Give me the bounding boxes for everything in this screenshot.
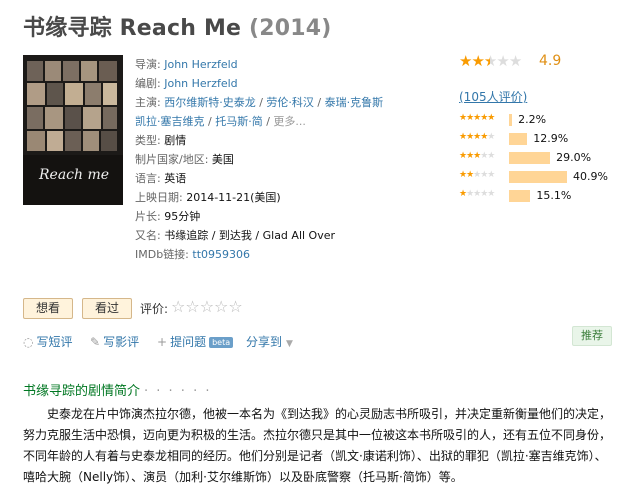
poster-caption: Reach me	[39, 167, 110, 183]
star-icon: ★	[459, 52, 472, 70]
rating-bar	[509, 114, 513, 126]
star-icon: ★	[496, 52, 509, 70]
director-row: 导演: John Herzfeld	[135, 55, 383, 74]
synopsis-text: 史泰龙在片中饰演杰拉尔德，他被一本名为《到达我》的心灵励志书所吸引，并决定重新衡…	[23, 407, 612, 484]
star-icon: ★★★★★	[459, 189, 495, 199]
rating-percent: 29.0%	[556, 151, 592, 164]
star-icon: ★	[471, 52, 484, 70]
rating-percent: 12.9%	[533, 132, 569, 145]
title-chinese: 书缘寻踪	[23, 16, 112, 41]
want-to-watch-button[interactable]: 想看	[23, 298, 73, 319]
cast-link[interactable]: 西尔维斯特·史泰龙	[164, 96, 256, 109]
rating-bar	[509, 171, 567, 183]
cast-row-2: 凯拉·塞吉维克 / 托马斯·简 / 更多...	[135, 115, 306, 128]
country-label: 制片国家/地区:	[135, 153, 209, 166]
star-icon[interactable]: ☆	[200, 297, 214, 316]
rating-bar-row: ★★★★★ 2.2%	[459, 112, 609, 131]
star-icon[interactable]: ☆	[185, 297, 199, 316]
imdb-row: IMDb链接: tt0959306	[135, 245, 383, 264]
country-value: 美国	[211, 153, 234, 166]
cast-link[interactable]: 凯拉·塞吉维克	[135, 115, 205, 128]
rating-percent: 40.9%	[573, 170, 608, 183]
writer-link[interactable]: John Herzfeld	[164, 77, 237, 90]
genre-value: 剧情	[164, 134, 187, 147]
genre-label: 类型:	[135, 134, 161, 147]
rating-bar	[509, 133, 528, 145]
tool-links: ◌ 写短评 ✎ 写影评 + 提问题 beta 分享到 ▼	[23, 333, 313, 351]
movie-info: 导演: John Herzfeld 编剧: John Herzfeld 主演: …	[135, 55, 383, 264]
page-title: 书缘寻踪 Reach Me (2014)	[23, 10, 332, 42]
cast-row-1: 主演: 西尔维斯特·史泰龙 / 劳伦·科汉 / 泰瑞·克鲁斯	[135, 96, 384, 109]
rating-bar-row: ★★★★★ 15.1%	[459, 188, 609, 207]
recommend-button[interactable]: 推荐	[572, 326, 612, 346]
director-link[interactable]: John Herzfeld	[164, 58, 237, 71]
movie-poster[interactable]: Reach me	[23, 55, 123, 205]
star-icon: ★	[508, 52, 522, 70]
rating-stars: ★★★★★	[459, 52, 522, 70]
language-value: 英语	[164, 172, 187, 185]
star-icon: ★	[483, 52, 497, 70]
language-row: 语言: 英语	[135, 169, 383, 188]
writer-label: 编剧:	[135, 77, 161, 90]
writer-row: 编剧: John Herzfeld	[135, 74, 383, 93]
rating-bar	[509, 190, 531, 202]
runtime-row: 片长: 95分钟	[135, 207, 383, 226]
rating-count-link[interactable]: (105人评价)	[459, 88, 527, 105]
rating-bar	[509, 152, 551, 164]
write-review-link[interactable]: ✎ 写影评	[90, 333, 139, 350]
cast-link[interactable]: 劳伦·科汉	[266, 96, 314, 109]
speech-bubble-icon: ◌	[23, 335, 34, 349]
imdb-link[interactable]: tt0959306	[192, 248, 250, 261]
runtime-label: 片长:	[135, 210, 161, 223]
star-icon[interactable]: ☆	[171, 297, 185, 316]
pencil-icon: ✎	[90, 335, 101, 349]
title-year: (2014)	[249, 16, 332, 41]
aka-label: 又名:	[135, 229, 161, 242]
star-icon: ★★★★★	[459, 113, 495, 123]
ask-question-link[interactable]: + 提问题 beta	[157, 333, 234, 350]
rating-bar-row: ★★★★★ 12.9%	[459, 131, 609, 150]
write-short-review-link[interactable]: ◌ 写短评	[23, 333, 73, 350]
cast-link[interactable]: 泰瑞·克鲁斯	[325, 96, 384, 109]
share-dropdown[interactable]: 分享到 ▼	[246, 333, 293, 350]
cast-more-link[interactable]: 更多...	[273, 115, 306, 128]
rate-star-input[interactable]: ☆☆☆☆☆	[171, 297, 243, 316]
cast-link[interactable]: 托马斯·简	[215, 115, 263, 128]
release-row: 上映日期: 2014-11-21(美国)	[135, 188, 383, 207]
rating-distribution: ★★★★★ 2.2% ★★★★★ 12.9% ★★★★★ 29.0% ★★★★★ 40.9% ★…	[459, 112, 609, 207]
star-icon[interactable]: ☆	[228, 297, 242, 316]
title-english: Reach Me	[119, 16, 242, 41]
watched-button[interactable]: 看过	[82, 298, 132, 319]
star-icon: ★★★★★	[459, 132, 495, 142]
genre-row: 类型: 剧情	[135, 131, 383, 150]
release-value: 2014-11-21(美国)	[186, 191, 281, 204]
aka-value: 书缘追踪 / 到达我 / Glad All Over	[164, 229, 336, 242]
cast-label: 主演:	[135, 96, 161, 109]
rating-percent: 15.1%	[536, 189, 572, 202]
release-label: 上映日期:	[135, 191, 183, 204]
rate-label: 评价:	[140, 302, 169, 316]
chevron-down-icon: ▼	[286, 339, 293, 349]
imdb-label: IMDb链接:	[135, 248, 189, 261]
runtime-value: 95分钟	[164, 210, 201, 223]
beta-badge: beta	[209, 337, 234, 348]
rating-score: 4.9	[539, 53, 562, 69]
plus-icon: +	[157, 335, 168, 349]
country-row: 制片国家/地区: 美国	[135, 150, 383, 169]
rating-bar-row: ★★★★★ 40.9%	[459, 169, 609, 188]
language-label: 语言:	[135, 172, 161, 185]
rating-percent: 2.2%	[518, 113, 547, 126]
star-icon: ★★★★★	[459, 151, 495, 161]
star-icon: ★★★★★	[459, 170, 495, 180]
synopsis-title: 书缘寻踪的剧情简介 · · · · · ·	[23, 384, 212, 399]
director-label: 导演:	[135, 58, 161, 71]
aka-row: 又名: 书缘追踪 / 到达我 / Glad All Over	[135, 226, 383, 245]
rating-bar-row: ★★★★★ 29.0%	[459, 150, 609, 169]
star-icon[interactable]: ☆	[214, 297, 228, 316]
